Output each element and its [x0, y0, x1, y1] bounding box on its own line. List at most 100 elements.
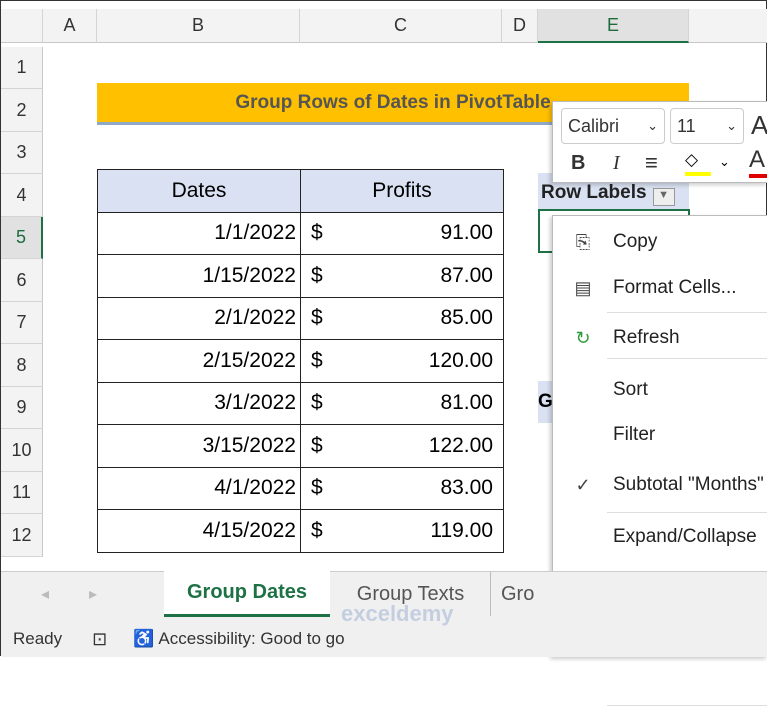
- menu-separator: [607, 312, 767, 313]
- bold-button[interactable]: B: [571, 152, 585, 175]
- column-header-c[interactable]: C: [300, 9, 502, 43]
- row-header-10[interactable]: 10: [1, 429, 43, 472]
- profit-cell[interactable]: 85.00 $: [300, 296, 504, 340]
- menu-item-expand-collapse[interactable]: Expand/Collapse: [553, 515, 767, 559]
- profit-cell[interactable]: 122.00 $: [300, 424, 504, 468]
- currency-symbol: $: [311, 476, 323, 500]
- row-header-4[interactable]: 4: [1, 174, 43, 217]
- font-size-dropdown[interactable]: 11 ⌄: [670, 108, 744, 144]
- row-header-6[interactable]: 6: [1, 259, 43, 302]
- currency-symbol: $: [311, 221, 323, 245]
- refresh-icon: ↻: [575, 327, 591, 348]
- row-header-7[interactable]: 7: [1, 302, 43, 344]
- chevron-down-icon[interactable]: ⌄: [719, 154, 730, 170]
- watermark-logo: exceldemy: [341, 601, 454, 626]
- menu-item-refresh[interactable]: ↻ Refresh: [553, 316, 767, 360]
- column-header-d[interactable]: D: [502, 9, 538, 43]
- row-header-1[interactable]: 1: [1, 47, 43, 89]
- column-header-a[interactable]: A: [43, 9, 97, 43]
- date-cell[interactable]: 1/1/2022: [97, 211, 301, 255]
- fill-color-button[interactable]: ◇: [685, 150, 711, 176]
- profit-cell[interactable]: 120.00 $: [300, 339, 504, 383]
- profit-value: 119.00: [430, 518, 493, 542]
- scroll-left-icon[interactable]: ◂: [41, 584, 49, 604]
- menu-separator: [607, 512, 767, 513]
- currency-symbol: $: [311, 306, 323, 330]
- table-row: 4/15/2022 119.00 $: [97, 509, 504, 553]
- row-header-5[interactable]: 5: [1, 217, 43, 259]
- font-size: 11: [677, 115, 696, 136]
- accessibility-status[interactable]: Accessibility: Good to go: [158, 629, 344, 649]
- profit-value: 87.00: [440, 263, 493, 287]
- table-row: 1/1/2022 91.00 $: [97, 211, 504, 255]
- data-table: Dates Profits 1/1/2022 91.00 $1/15/2022 87.0…: [97, 169, 504, 553]
- profit-value: 122.00: [428, 433, 493, 457]
- column-header-b[interactable]: B: [97, 9, 300, 43]
- column-header-e[interactable]: E: [538, 9, 689, 43]
- menu-item-filter[interactable]: Filter: [553, 413, 767, 457]
- date-cell[interactable]: 2/1/2022: [97, 296, 301, 340]
- date-cell[interactable]: 2/15/2022: [97, 339, 301, 383]
- menu-item-subtotal-months[interactable]: ✓ Subtotal "Months": [553, 463, 767, 507]
- row-header-3[interactable]: 3: [1, 132, 43, 174]
- date-cell[interactable]: 3/1/2022: [97, 381, 301, 425]
- date-cell[interactable]: 4/1/2022: [97, 466, 301, 510]
- paint-bucket-icon: ◇: [685, 150, 699, 169]
- tab-group-dates[interactable]: Group Dates: [164, 571, 330, 617]
- currency-symbol: $: [311, 518, 323, 542]
- filter-dropdown-icon[interactable]: ▼: [652, 188, 675, 206]
- profit-value: 85.00: [440, 306, 493, 330]
- menu-item-format-cells[interactable]: ▤ Format Cells...: [553, 266, 767, 310]
- table-row: 2/1/2022 85.00 $: [97, 296, 504, 340]
- column-header-f[interactable]: [689, 9, 767, 43]
- status-ready: Ready: [13, 629, 63, 648]
- currency-symbol: $: [311, 348, 323, 372]
- font-color-button[interactable]: A: [749, 146, 767, 178]
- menu-item-copy[interactable]: ⎘ Copy: [553, 220, 767, 264]
- row-header-12[interactable]: 12: [1, 514, 43, 557]
- profit-cell[interactable]: 91.00 $: [300, 211, 504, 255]
- menu-separator: [607, 358, 767, 359]
- profit-value: 91.00: [440, 221, 493, 245]
- profit-value: 120.00: [428, 348, 493, 372]
- date-cell[interactable]: 1/15/2022: [97, 254, 301, 298]
- pivot-grand-total: G: [538, 381, 553, 423]
- format-cells-icon: ▤: [574, 277, 592, 298]
- table-row: 3/1/2022 81.00 $: [97, 381, 504, 425]
- status-bar: Ready ⊡ ♿ Accessibility: Good to go exce…: [1, 601, 767, 657]
- scroll-right-icon[interactable]: ▸: [89, 584, 97, 604]
- copy-icon: ⎘: [575, 231, 591, 252]
- currency-symbol: $: [311, 391, 323, 415]
- chevron-down-icon: ⌄: [726, 118, 737, 133]
- mini-toolbar: Calibri ⌄ 11 ⌄ A B I ≡ ◇ ⌄ A: [552, 101, 767, 183]
- profit-value: 81.00: [440, 391, 493, 415]
- profit-cell[interactable]: 119.00 $: [300, 509, 504, 553]
- table-row: 2/15/2022 120.00 $: [97, 339, 504, 383]
- profit-cell[interactable]: 87.00 $: [300, 254, 504, 298]
- currency-symbol: $: [311, 263, 323, 287]
- accessibility-icon[interactable]: ♿: [133, 629, 154, 649]
- date-cell[interactable]: 4/15/2022: [97, 509, 301, 553]
- center-align-icon[interactable]: ≡: [645, 150, 658, 176]
- currency-symbol: $: [311, 433, 323, 457]
- header-dates: Dates: [97, 169, 301, 213]
- table-row: 4/1/2022 83.00 $: [97, 466, 504, 510]
- row-header-2[interactable]: 2: [1, 89, 43, 132]
- row-header-9[interactable]: 9: [1, 387, 43, 429]
- profit-cell[interactable]: 83.00 $: [300, 466, 504, 510]
- table-row: 3/15/2022 122.00 $: [97, 424, 504, 468]
- italic-button[interactable]: I: [613, 152, 620, 175]
- profit-cell[interactable]: 81.00 $: [300, 381, 504, 425]
- row-header-11[interactable]: 11: [1, 472, 43, 514]
- tab-group-other[interactable]: Gro: [501, 572, 551, 616]
- font-name-dropdown[interactable]: Calibri ⌄: [561, 108, 665, 144]
- row-header-8[interactable]: 8: [1, 344, 43, 387]
- grow-font-button[interactable]: A: [751, 110, 767, 141]
- menu-item-sort[interactable]: Sort: [553, 368, 767, 412]
- check-icon: ✓: [575, 474, 591, 495]
- header-profits: Profits: [300, 169, 504, 213]
- chevron-down-icon: ⌄: [647, 118, 658, 133]
- macro-record-icon[interactable]: ⊡: [92, 629, 107, 650]
- date-cell[interactable]: 3/15/2022: [97, 424, 301, 468]
- select-all[interactable]: [1, 9, 43, 43]
